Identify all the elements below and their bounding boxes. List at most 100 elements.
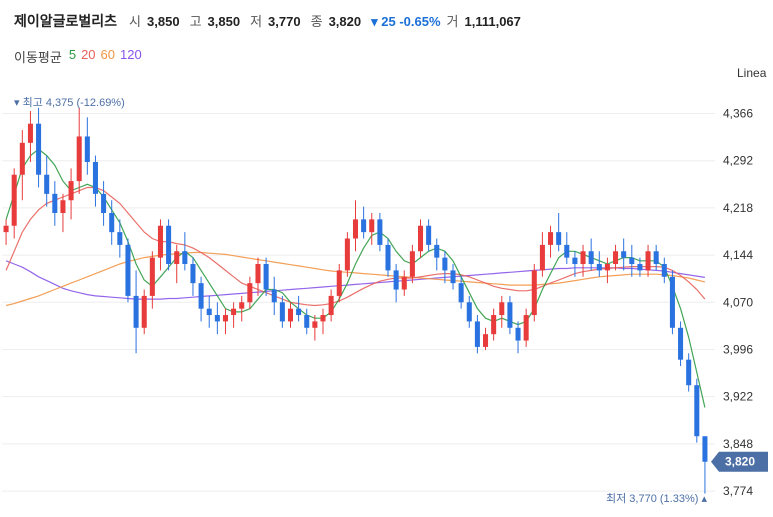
candle-body	[442, 257, 448, 271]
price-chart[interactable]: 4,366 4,292 4,218 4,144 4,070 3,996 3,922 3,848…	[0, 0, 773, 517]
candle	[661, 257, 667, 284]
candle-body	[702, 436, 708, 462]
candle-body	[686, 359, 692, 386]
candle	[548, 225, 554, 258]
candle	[385, 238, 391, 277]
grid-lines	[2, 112, 715, 492]
candle-body	[328, 295, 334, 316]
candle	[645, 244, 651, 277]
candle	[531, 264, 537, 322]
candle-body	[661, 264, 667, 277]
candle	[263, 257, 269, 296]
candle-body	[653, 251, 659, 265]
candle	[669, 270, 675, 335]
candle-body	[434, 244, 440, 258]
candle-body	[190, 264, 196, 284]
candle-body	[474, 321, 480, 347]
candle-body	[255, 264, 261, 284]
candle	[466, 295, 472, 328]
candle-body	[3, 225, 9, 233]
candle-body	[149, 257, 155, 296]
candle	[125, 238, 131, 303]
candle	[604, 257, 610, 284]
candle	[247, 276, 253, 309]
candle-body	[92, 161, 98, 194]
candle	[686, 353, 692, 392]
candle	[588, 238, 594, 271]
y-tick-label: 4,218	[723, 201, 753, 215]
candle-body	[629, 257, 635, 265]
candle	[539, 232, 545, 277]
candle	[304, 308, 310, 335]
candle	[222, 308, 228, 335]
candle	[417, 219, 424, 258]
candle	[613, 244, 619, 271]
candle	[117, 219, 123, 258]
candle	[182, 232, 188, 271]
candle-body	[694, 385, 700, 437]
candle-body	[36, 123, 42, 175]
candle-body	[523, 315, 529, 341]
candle	[60, 193, 66, 233]
candle	[231, 302, 237, 328]
candle-body	[483, 334, 489, 347]
candle-body	[214, 315, 220, 322]
candle	[401, 270, 407, 296]
candle-body	[239, 302, 245, 309]
candle-body	[304, 315, 310, 328]
price-tag-text: 3,820	[725, 455, 755, 469]
candle	[564, 232, 570, 265]
candle	[702, 436, 708, 494]
y-tick-label: 4,070	[723, 295, 753, 309]
candle-body	[19, 142, 25, 175]
candle-body	[385, 244, 391, 271]
candle-body	[426, 225, 432, 245]
candle-body	[369, 219, 375, 233]
candle	[483, 327, 489, 351]
last-price-tag: 3,820	[711, 451, 768, 472]
candle-body	[499, 302, 505, 316]
candle-body	[466, 302, 472, 322]
candle-body	[669, 276, 675, 328]
candle-body	[401, 276, 407, 290]
candle	[84, 117, 90, 175]
candle-body	[109, 212, 115, 233]
candle-body	[141, 295, 147, 328]
candle-body	[580, 251, 586, 265]
candle	[442, 251, 448, 284]
candle-body	[613, 251, 619, 265]
candle	[44, 155, 50, 207]
candle-body	[263, 264, 269, 290]
candle-body	[52, 193, 58, 213]
candle-body	[637, 264, 643, 271]
candle-body	[125, 244, 131, 296]
candle-body	[564, 244, 570, 258]
candle-body	[279, 302, 285, 322]
candle	[101, 181, 107, 226]
ma5-line	[5, 148, 706, 408]
candle-body	[247, 283, 253, 303]
candle-body	[117, 232, 123, 245]
candle	[499, 295, 505, 328]
candle-body	[645, 251, 651, 271]
candle	[190, 257, 196, 296]
candle-body	[68, 181, 74, 201]
candle-body	[548, 232, 554, 245]
y-tick-label: 4,292	[723, 154, 753, 168]
candle	[491, 308, 497, 341]
candle-body	[182, 251, 188, 265]
candle	[149, 251, 155, 309]
candle-body	[157, 225, 163, 258]
candle	[320, 308, 326, 335]
candle-body	[596, 264, 602, 271]
max-annotation: ▾ 최고 4,375 (-12.69%)	[14, 96, 125, 109]
candle	[312, 315, 318, 341]
candle-body	[678, 327, 684, 360]
y-tick-label: 3,996	[723, 342, 753, 356]
candle	[369, 212, 375, 245]
candle	[198, 276, 204, 322]
candle-body	[352, 219, 359, 239]
candle-body	[539, 244, 545, 271]
candlesticks	[3, 107, 708, 494]
candle-body	[11, 174, 17, 226]
